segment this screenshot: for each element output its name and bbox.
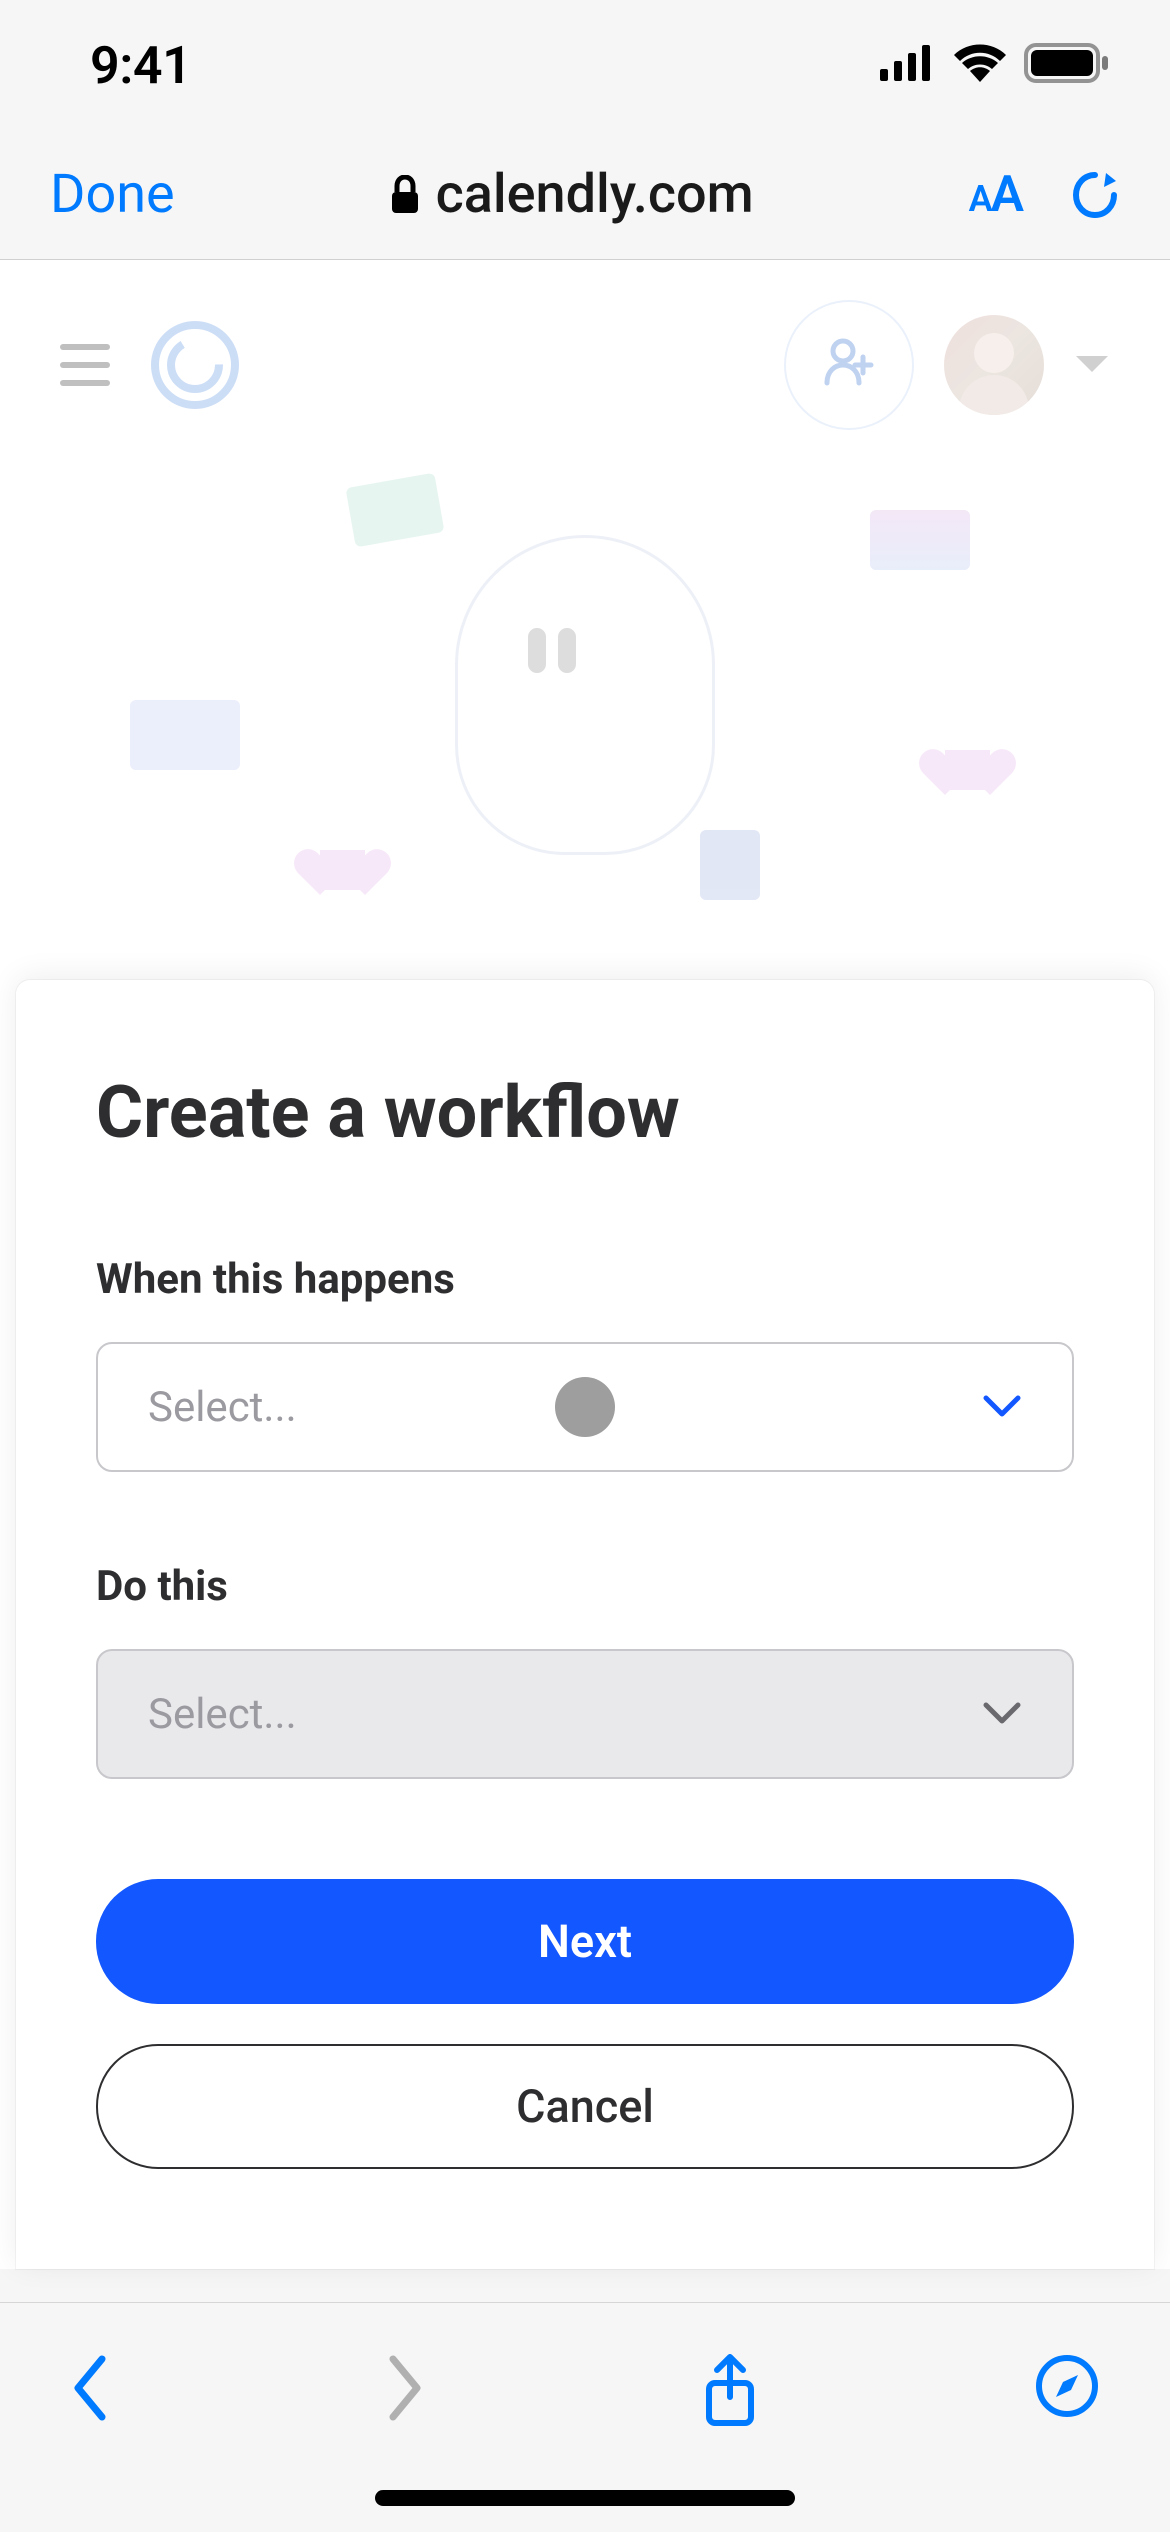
wifi-icon <box>954 44 1006 86</box>
lock-icon <box>390 175 420 215</box>
calendly-logo-icon[interactable] <box>150 320 240 410</box>
status-indicators <box>880 43 1110 87</box>
battery-icon <box>1024 43 1110 87</box>
app-header <box>0 260 1170 470</box>
invite-user-button[interactable] <box>784 300 914 430</box>
url-domain: calendly.com <box>436 163 754 226</box>
home-indicator[interactable] <box>375 2490 795 2506</box>
trigger-placeholder: Select... <box>148 1383 297 1432</box>
safari-address-bar: Done calendly.com AA <box>0 130 1170 260</box>
done-button[interactable]: Done <box>50 163 175 226</box>
cursor-indicator <box>555 1377 615 1437</box>
card-title: Create a workflow <box>96 1070 1074 1155</box>
status-time: 9:41 <box>90 35 191 96</box>
web-page-content: Create a workflow When this happens Sele… <box>0 260 1170 2269</box>
share-button[interactable] <box>701 2353 759 2429</box>
safari-compass-button[interactable] <box>1034 2353 1100 2419</box>
menu-icon[interactable] <box>60 344 110 386</box>
trigger-select[interactable]: Select... <box>96 1342 1074 1472</box>
text-size-button[interactable]: AA <box>969 166 1022 224</box>
create-workflow-card: Create a workflow When this happens Sele… <box>16 980 1154 2269</box>
chevron-down-icon <box>982 1394 1022 1420</box>
cellular-icon <box>880 45 936 85</box>
cancel-button[interactable]: Cancel <box>96 2044 1074 2169</box>
back-button[interactable] <box>70 2353 110 2423</box>
action-label: Do this <box>96 1562 1074 1611</box>
action-select[interactable]: Select... <box>96 1649 1074 1779</box>
reload-button[interactable] <box>1070 167 1120 223</box>
action-placeholder: Select... <box>148 1690 297 1739</box>
caret-down-icon[interactable] <box>1074 354 1110 376</box>
ios-status-bar: 9:41 <box>0 0 1170 130</box>
avatar[interactable] <box>944 315 1044 415</box>
trigger-label: When this happens <box>96 1255 1074 1304</box>
person-plus-icon <box>821 335 877 395</box>
next-button[interactable]: Next <box>96 1879 1074 2004</box>
url-display[interactable]: calendly.com <box>390 163 754 226</box>
chevron-down-icon <box>982 1701 1022 1727</box>
hero-illustration <box>0 470 1170 920</box>
forward-button <box>385 2353 425 2423</box>
